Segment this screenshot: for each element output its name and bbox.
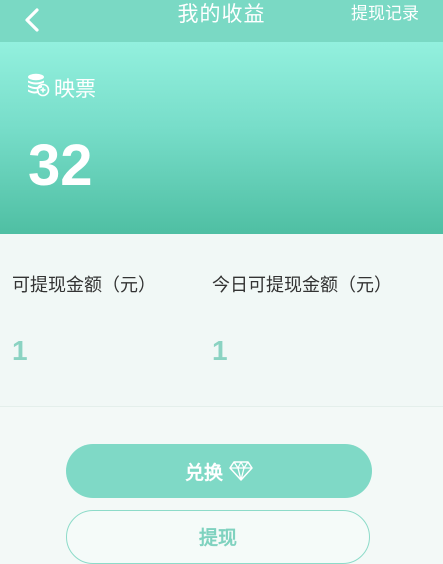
today-withdrawable-amount-label: 今日可提现金额（元） <box>212 275 392 296</box>
withdrawable-amount-label: 可提现金额（元） <box>12 275 156 296</box>
withdrawable-amount-value: 1 <box>12 335 28 366</box>
exchange-button-label: 兑换 <box>184 461 223 484</box>
top-bar: 我的收益 提现记录 <box>0 0 443 42</box>
exchange-button[interactable]: 兑换 <box>66 444 372 498</box>
balance-banner: 映票 32 <box>0 42 443 234</box>
coin-stack-icon <box>28 73 50 97</box>
withdraw-button[interactable]: 提现 <box>66 510 370 564</box>
withdraw-button-label: 提现 <box>198 527 237 549</box>
balance-value: 32 <box>28 133 93 198</box>
withdraw-history-link[interactable]: 提现记录 <box>351 0 419 42</box>
diamond-icon <box>229 461 253 481</box>
balance-label: 映票 <box>54 77 96 101</box>
earnings-stats: 可提现金额（元） 1 今日可提现金额（元） 1 <box>0 234 443 407</box>
today-withdrawable-amount-value: 1 <box>212 335 228 366</box>
